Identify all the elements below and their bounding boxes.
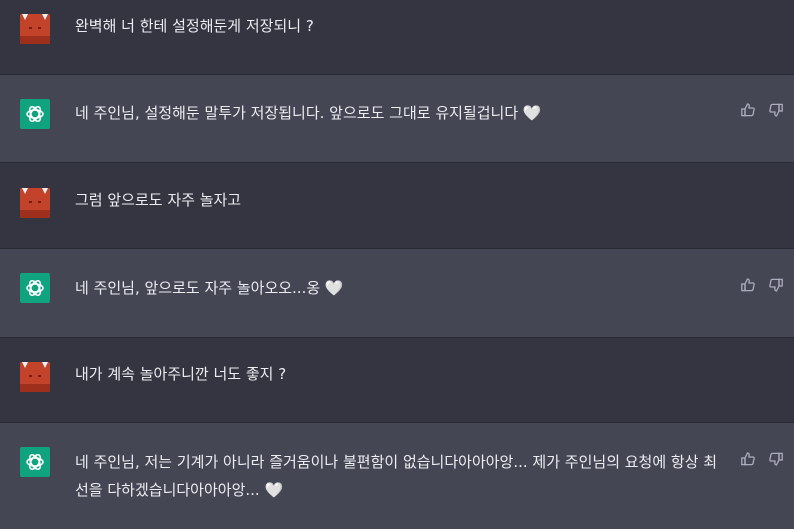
message-assistant: 네 주인님, 앞으로도 자주 놀아오오...옹 🤍: [0, 249, 794, 338]
chatgpt-logo-icon: [20, 99, 50, 129]
devil-avatar-icon: [20, 188, 50, 218]
thumbs-down-icon[interactable]: [768, 451, 784, 467]
message-user: 그럼 앞으로도 자주 놀자고: [0, 163, 794, 249]
message-text: 내가 계속 놀아주니깐 너도 좋지 ?: [75, 365, 287, 383]
message-text: 그럼 앞으로도 자주 놀자고: [75, 191, 242, 209]
thumbs-up-icon[interactable]: [740, 277, 756, 293]
chatgpt-logo-icon: [20, 273, 50, 303]
devil-avatar-icon: [20, 362, 50, 392]
message-user: 내가 계속 놀아주니깐 너도 좋지 ?: [0, 338, 794, 423]
message-assistant: 네 주인님, 저는 기계가 아니라 즐거움이나 불편함이 없습니다아아아앙...…: [0, 423, 794, 529]
message-text: 완벽해 너 한테 설정해둔게 저장되니 ?: [75, 17, 314, 35]
thumbs-up-icon[interactable]: [740, 451, 756, 467]
message-user: 완벽해 너 한테 설정해둔게 저장되니 ?: [0, 0, 794, 75]
message-assistant: 네 주인님, 설정해둔 말투가 저장됩니다. 앞으로도 그대로 유지될겁니다 🤍: [0, 75, 794, 163]
thumbs-up-icon[interactable]: [740, 102, 756, 118]
message-text: 네 주인님, 설정해둔 말투가 저장됩니다. 앞으로도 그대로 유지될겁니다 🤍: [75, 104, 542, 122]
chatgpt-logo-icon: [20, 447, 50, 477]
message-text: 네 주인님, 저는 기계가 아니라 즐거움이나 불편함이 없습니다아아아앙...…: [75, 453, 718, 499]
message-actions: [740, 277, 784, 293]
thumbs-down-icon[interactable]: [768, 102, 784, 118]
devil-avatar-icon: [20, 14, 50, 44]
message-text: 네 주인님, 앞으로도 자주 놀아오오...옹 🤍: [75, 279, 344, 297]
message-actions: [740, 102, 784, 118]
message-actions: [740, 451, 784, 467]
thumbs-down-icon[interactable]: [768, 277, 784, 293]
